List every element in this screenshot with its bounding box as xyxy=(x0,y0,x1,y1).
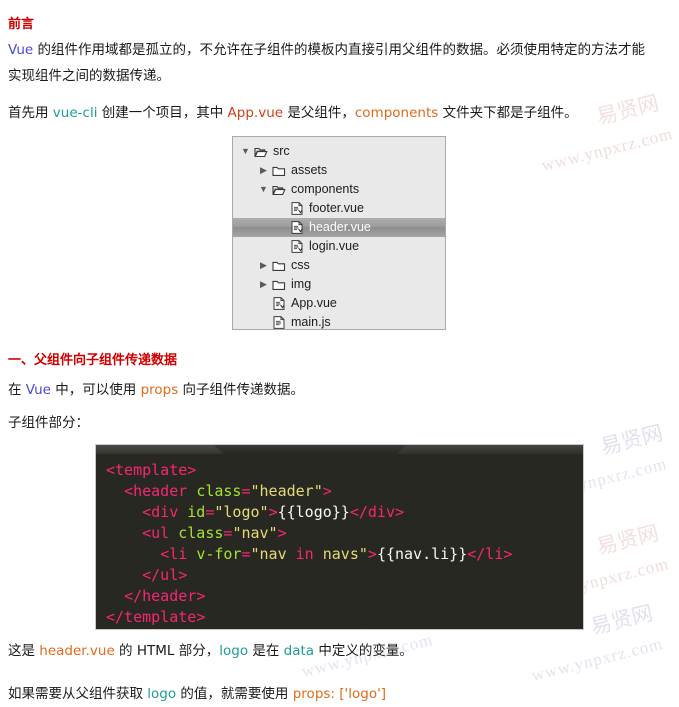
setup-text-a: 首先用 xyxy=(8,105,53,121)
after-text-a: 这是 xyxy=(8,643,40,659)
folder-open-icon xyxy=(252,146,269,158)
folder-icon xyxy=(270,279,287,291)
inline-code-vue-2: Vue xyxy=(25,382,51,398)
inline-code-vue: Vue xyxy=(8,42,34,58)
file-tree-label: assets xyxy=(291,163,328,177)
intro-text-line2: 实现组件之间的数据传递。 xyxy=(8,68,170,84)
folder-icon xyxy=(270,165,287,177)
watermark-cn: 易贤网 xyxy=(588,600,656,640)
file-tree-row[interactable]: ▶App.vue xyxy=(233,294,445,313)
after-text-html: HTML xyxy=(136,643,175,659)
file-tree-row[interactable]: ▶ assets xyxy=(233,161,445,180)
after-code-paragraph: 这是 header.vue 的 HTML 部分，logo 是在 data 中定义… xyxy=(8,638,673,664)
inline-code-props: props xyxy=(140,382,179,398)
file-tree-label: footer.vue xyxy=(309,201,364,215)
inline-code-logo-2: logo xyxy=(147,686,177,702)
file-tree-label: main.js xyxy=(291,315,331,329)
setup-text-c: 是父组件， xyxy=(283,105,355,121)
after-text-e: 中定义的变量。 xyxy=(314,643,413,659)
file-tree-row[interactable]: ▶footer.vue xyxy=(233,199,445,218)
file-tree-label: header.vue xyxy=(309,220,371,234)
file-tree-row[interactable]: ▶ css xyxy=(233,256,445,275)
file-tree-row[interactable]: ▼ components xyxy=(233,180,445,199)
file-tree-label: img xyxy=(291,277,312,291)
inline-code-vue-cli: vue-cli xyxy=(52,105,98,121)
file-tree-row[interactable]: ▶login.vue xyxy=(233,237,445,256)
last-paragraph: 如果需要从父组件获取 logo 的值，就需要使用 props: ['logo'] xyxy=(8,681,673,707)
file-tree-label: login.vue xyxy=(309,239,360,253)
vue-file-icon xyxy=(288,202,305,215)
file-tree-label: src xyxy=(273,144,290,158)
watermark-cn: 易贤网 xyxy=(598,420,666,460)
vue-file-icon xyxy=(288,240,305,253)
child-component-label: 子组件部分： xyxy=(8,415,89,431)
vue-file-icon xyxy=(288,221,305,234)
code-tab-bar xyxy=(96,445,583,454)
chevron-down-icon[interactable]: ▼ xyxy=(257,180,270,199)
code-content: <template> <header class="header"> <div … xyxy=(106,461,513,626)
inline-code-props-logo: props: ['logo'] xyxy=(292,686,387,702)
inline-code-app-vue: App.vue xyxy=(227,105,284,121)
props-text-b: 中，可以使用 xyxy=(50,382,141,398)
props-text-a: 在 xyxy=(8,382,26,398)
last-text-b: 的值，就需要使用 xyxy=(176,686,293,702)
file-tree-row[interactable]: ▶main.js xyxy=(233,313,445,332)
code-block[interactable]: <template> <header class="header"> <div … xyxy=(95,444,584,630)
folder-icon xyxy=(270,260,287,272)
watermark-url: www.ynpxrz.com xyxy=(539,124,675,176)
watermark-cn: 易贤网 xyxy=(594,520,662,560)
file-tree-panel[interactable]: ▼src▶assets▼components▶footer.vue▶header… xyxy=(232,136,446,330)
chevron-right-icon[interactable]: ▶ xyxy=(257,275,270,294)
intro-text: 的组件作用域都是孤立的，不允许在子组件的模板内直接引用父组件的数据。必须使用特定… xyxy=(33,42,645,58)
props-text-c: 向子组件传递数据。 xyxy=(178,382,305,398)
folder-open-icon xyxy=(270,184,287,196)
after-text-d: 是在 xyxy=(248,643,284,659)
setup-text-d: 文件夹下都是子组件。 xyxy=(438,105,578,121)
inline-code-data: data xyxy=(283,643,315,659)
chevron-down-icon[interactable]: ▼ xyxy=(239,142,252,161)
after-text-b: 的 xyxy=(114,643,137,659)
file-tree-row[interactable]: ▶header.vue xyxy=(233,218,445,237)
props-paragraph: 在 Vue 中，可以使用 props 向子组件传递数据。 xyxy=(8,377,673,403)
file-tree-row[interactable]: ▼ src xyxy=(233,142,445,161)
file-tree-label: App.vue xyxy=(291,296,337,310)
page-title: 前言 xyxy=(8,17,35,32)
inline-code-logo: logo xyxy=(219,643,249,659)
chevron-right-icon[interactable]: ▶ xyxy=(257,161,270,180)
setup-paragraph: 首先用 vue-cli 创建一个项目，其中 App.vue 是父组件，compo… xyxy=(8,100,673,126)
section-heading-one: 一、父组件向子组件传递数据 xyxy=(8,353,178,368)
js-file-icon xyxy=(270,316,287,329)
chevron-right-icon[interactable]: ▶ xyxy=(257,256,270,275)
file-tree-row[interactable]: ▶ img xyxy=(233,275,445,294)
vue-file-icon xyxy=(270,297,287,310)
file-tree-label: components xyxy=(291,182,360,196)
after-text-c: 部分， xyxy=(174,643,220,659)
last-text-a: 如果需要从父组件获取 xyxy=(8,686,148,702)
inline-code-header-vue: header.vue xyxy=(39,643,115,659)
inline-code-components: components xyxy=(354,105,439,121)
setup-text-b: 创建一个项目，其中 xyxy=(97,105,228,121)
file-tree-label: css xyxy=(291,258,310,272)
intro-paragraph: Vue 的组件作用域都是孤立的，不允许在子组件的模板内直接引用父组件的数据。必须… xyxy=(8,37,673,89)
